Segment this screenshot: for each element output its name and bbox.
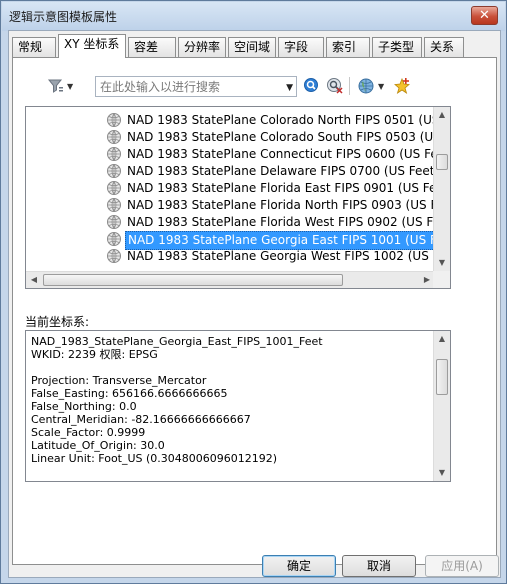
filter-icon[interactable] (47, 77, 65, 95)
tab-tolerance[interactable]: 容差 (128, 37, 176, 57)
globe-icon (106, 180, 122, 196)
detail-line: Linear Unit: Foot_US (0.3048006096012192… (31, 452, 278, 465)
detail-line: False_Northing: 0.0 (31, 400, 137, 413)
detail-line: NAD_1983_StatePlane_Georgia_East_FIPS_10… (31, 335, 323, 348)
current-coordinate-system-label: 当前坐标系: (25, 315, 90, 329)
globe-icon (106, 112, 122, 128)
dialog-client: 常规 XY 坐标系 容差 分辨率 空间域 字段 索引 子类型 关系 ▼ ▼ (8, 30, 501, 578)
detail-line: Latitude_Of_Origin: 30.0 (31, 439, 165, 452)
scroll-up-icon[interactable]: ▲ (434, 331, 450, 347)
apply-button[interactable]: 应用(A) (425, 555, 499, 577)
scroll-up-icon[interactable]: ▲ (434, 107, 450, 123)
close-button[interactable]: ✕ (471, 6, 498, 25)
coordinate-system-tree[interactable]: NAD 1983 StatePlane Colorado North FIPS … (25, 106, 451, 289)
tab-indexes[interactable]: 索引 (326, 37, 370, 57)
tab-fields[interactable]: 字段 (278, 37, 324, 57)
add-coordinate-system-dropdown-icon[interactable]: ▼ (378, 82, 384, 91)
globe-icon (106, 231, 122, 247)
cancel-button[interactable]: 取消 (342, 555, 416, 577)
globe-icon (106, 146, 122, 162)
tab-resolution[interactable]: 分辨率 (178, 37, 226, 57)
toolbar: ▼ ▼ ▼ (47, 74, 447, 98)
detail-line: False_Easting: 656166.6666666665 (31, 387, 228, 400)
favorite-star-icon[interactable] (393, 77, 411, 95)
scrollbar-thumb[interactable] (436, 359, 448, 395)
title-bar[interactable]: 逻辑示意图模板属性 ✕ (2, 2, 505, 31)
vertical-scrollbar[interactable]: ▲ ▼ (433, 107, 450, 271)
coordinate-system-details[interactable]: NAD_1983_StatePlane_Georgia_East_FIPS_10… (25, 330, 451, 482)
tab-subtypes[interactable]: 子类型 (372, 37, 422, 57)
xy-coordinate-system-panel: ▼ ▼ ▼ (12, 57, 497, 565)
detail-line: Central_Meridian: -82.16666666666667 (31, 413, 251, 426)
window-title: 逻辑示意图模板属性 (9, 10, 118, 24)
scroll-down-icon[interactable]: ▼ (434, 255, 450, 271)
tab-xy-coordinate-system[interactable]: XY 坐标系 (58, 34, 126, 58)
tab-general[interactable]: 常规 (12, 37, 56, 57)
globe-icon[interactable] (357, 77, 375, 95)
search-icon[interactable] (303, 77, 321, 95)
globe-icon (106, 129, 122, 145)
globe-icon (106, 248, 122, 264)
toolbar-separator (349, 77, 350, 95)
chevron-down-icon[interactable]: ▼ (286, 83, 293, 93)
vertical-scrollbar[interactable]: ▲ ▼ (433, 331, 450, 481)
detail-line: Scale_Factor: 0.9999 (31, 426, 146, 439)
scrollbar-thumb[interactable] (436, 154, 448, 170)
scrollbar-thumb[interactable] (43, 274, 343, 286)
detail-line: WKID: 2239 权限: EPSG (31, 348, 158, 361)
dialog-window: 逻辑示意图模板属性 ✕ 常规 XY 坐标系 容差 分辨率 空间域 字段 索引 子… (0, 0, 507, 584)
scroll-left-icon[interactable]: ◀ (26, 272, 42, 288)
ok-button[interactable]: 确定 (262, 555, 336, 577)
horizontal-scrollbar[interactable]: ◀ ▶ (26, 271, 435, 288)
scroll-corner (433, 271, 450, 288)
search-box[interactable]: ▼ (95, 76, 297, 97)
scroll-down-icon[interactable]: ▼ (434, 465, 450, 481)
detail-line: Projection: Transverse_Mercator (31, 374, 207, 387)
clear-search-icon[interactable] (326, 77, 344, 95)
tab-spatial-domain[interactable]: 空间域 (228, 37, 276, 57)
search-input[interactable] (96, 77, 276, 96)
globe-icon (106, 163, 122, 179)
globe-icon (106, 197, 122, 213)
globe-icon (106, 214, 122, 230)
filter-dropdown-icon[interactable]: ▼ (67, 82, 73, 91)
tab-relationships[interactable]: 关系 (424, 37, 464, 57)
